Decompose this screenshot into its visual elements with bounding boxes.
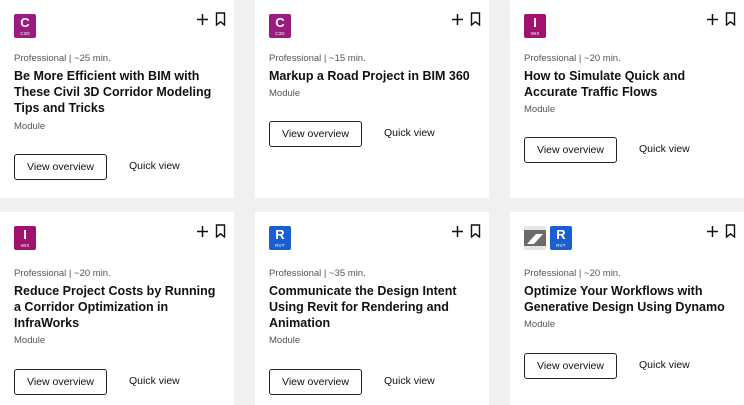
product-icons: R RVT xyxy=(269,226,291,250)
course-card: R RVT Professional | ~35 min. Communicat… xyxy=(255,212,489,405)
card-actions xyxy=(451,224,481,238)
bookmark-icon[interactable] xyxy=(215,224,226,238)
product-icons: I IWX xyxy=(14,226,36,250)
course-type: Module xyxy=(524,319,556,330)
view-overview-button[interactable]: View overview xyxy=(524,353,617,379)
bookmark-icon[interactable] xyxy=(725,224,736,238)
product-icons: C C3D xyxy=(269,14,291,38)
view-overview-button[interactable]: View overview xyxy=(269,121,362,147)
course-type: Module xyxy=(524,104,556,115)
revit-icon: R RVT xyxy=(550,226,572,250)
civil-3d-icon: C C3D xyxy=(269,14,291,38)
revit-icon: R RVT xyxy=(269,226,291,250)
course-meta: Professional | ~20 min. xyxy=(524,268,621,279)
course-grid: C C3D Professional | ~25 min. Be More Ef… xyxy=(0,0,744,405)
view-overview-button[interactable]: View overview xyxy=(14,154,107,180)
icon-letter: C xyxy=(275,15,285,30)
course-card: R RVT Professional | ~20 min. Optimize Y… xyxy=(510,212,744,405)
quick-view-link[interactable]: Quick view xyxy=(639,143,690,155)
course-card: I IWX Professional | ~20 min. Reduce Pro… xyxy=(0,212,234,405)
course-card: I IWX Professional | ~20 min. How to Sim… xyxy=(510,0,744,198)
add-icon[interactable] xyxy=(451,13,464,26)
course-title[interactable]: Optimize Your Workflows with Generative … xyxy=(524,283,734,315)
quick-view-link[interactable]: Quick view xyxy=(129,160,180,172)
bookmark-icon[interactable] xyxy=(470,12,481,26)
course-type: Module xyxy=(269,335,301,346)
course-meta: Professional | ~35 min. xyxy=(269,268,366,279)
icon-code: IWX xyxy=(20,243,30,248)
course-title[interactable]: Reduce Project Costs by Running a Corrid… xyxy=(14,283,224,331)
view-overview-button[interactable]: View overview xyxy=(524,137,617,163)
quick-view-link[interactable]: Quick view xyxy=(384,127,435,139)
dynamo-icon xyxy=(524,226,546,250)
course-card: C C3D Professional | ~25 min. Be More Ef… xyxy=(0,0,234,198)
card-actions xyxy=(451,12,481,26)
course-type: Module xyxy=(14,335,46,346)
icon-code: RVT xyxy=(556,243,566,248)
card-actions xyxy=(706,224,736,238)
add-icon[interactable] xyxy=(706,225,719,238)
card-actions xyxy=(196,224,226,238)
bookmark-icon[interactable] xyxy=(215,12,226,26)
icon-letter: R xyxy=(275,227,285,242)
course-meta: Professional | ~25 min. xyxy=(14,53,111,64)
course-meta: Professional | ~15 min. xyxy=(269,53,366,64)
add-icon[interactable] xyxy=(196,225,209,238)
course-title[interactable]: Communicate the Design Intent Using Revi… xyxy=(269,283,479,331)
icon-letter: C xyxy=(20,15,30,30)
quick-view-link[interactable]: Quick view xyxy=(384,375,435,387)
add-icon[interactable] xyxy=(451,225,464,238)
quick-view-link[interactable]: Quick view xyxy=(129,375,180,387)
infraworks-icon: I IWX xyxy=(14,226,36,250)
icon-letter: I xyxy=(533,15,537,30)
view-overview-button[interactable]: View overview xyxy=(14,369,107,395)
course-title[interactable]: How to Simulate Quick and Accurate Traff… xyxy=(524,68,734,100)
icon-letter: I xyxy=(23,227,27,242)
course-meta: Professional | ~20 min. xyxy=(524,53,621,64)
product-icons: R RVT xyxy=(524,226,572,250)
course-title[interactable]: Markup a Road Project in BIM 360 xyxy=(269,68,479,84)
civil-3d-icon: C C3D xyxy=(14,14,36,38)
icon-code: RVT xyxy=(275,243,285,248)
dynamo-glyph xyxy=(524,230,546,246)
icon-code: IWX xyxy=(530,31,540,36)
card-actions xyxy=(706,12,736,26)
bookmark-icon[interactable] xyxy=(470,224,481,238)
card-actions xyxy=(196,12,226,26)
product-icons: C C3D xyxy=(14,14,36,38)
infraworks-icon: I IWX xyxy=(524,14,546,38)
icon-code: C3D xyxy=(20,31,30,36)
icon-letter: R xyxy=(556,227,566,242)
bookmark-icon[interactable] xyxy=(725,12,736,26)
view-overview-button[interactable]: View overview xyxy=(269,369,362,395)
quick-view-link[interactable]: Quick view xyxy=(639,359,690,371)
add-icon[interactable] xyxy=(706,13,719,26)
add-icon[interactable] xyxy=(196,13,209,26)
icon-code: C3D xyxy=(275,31,285,36)
course-meta: Professional | ~20 min. xyxy=(14,268,111,279)
product-icons: I IWX xyxy=(524,14,546,38)
course-type: Module xyxy=(14,121,46,132)
course-type: Module xyxy=(269,88,301,99)
course-title[interactable]: Be More Efficient with BIM with These Ci… xyxy=(14,68,224,116)
course-card: C C3D Professional | ~15 min. Markup a R… xyxy=(255,0,489,198)
